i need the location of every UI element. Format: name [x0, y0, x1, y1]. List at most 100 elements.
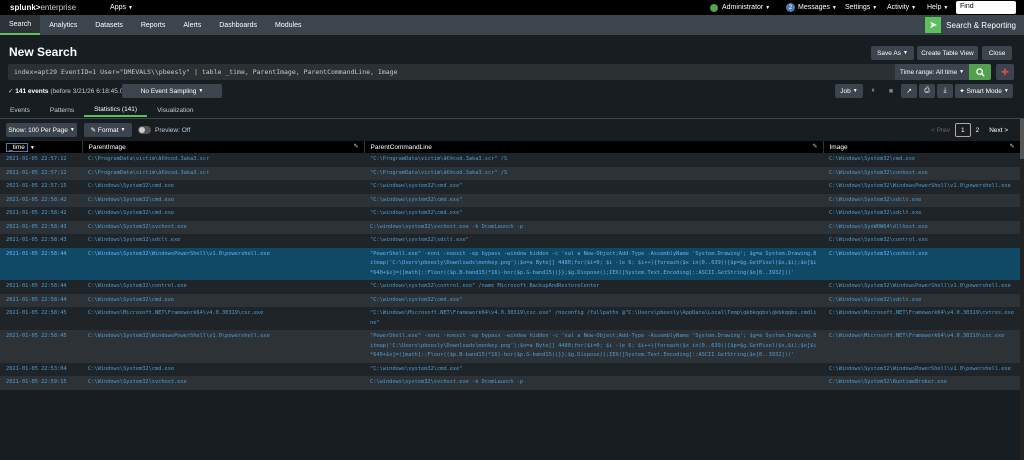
- create-table-view-button[interactable]: Create Table View: [917, 46, 978, 60]
- messages-menu[interactable]: 2 Messages ▼: [786, 0, 837, 15]
- app-title[interactable]: ➤ Search & Reporting: [925, 17, 1016, 33]
- nav-datasets[interactable]: Datasets: [86, 15, 132, 35]
- time-cell[interactable]: 2021-01-05 22:58:43: [0, 220, 82, 234]
- image-cell[interactable]: C:\Windows\System32\RuntimeBroker.exe: [823, 376, 1020, 390]
- parentimage-cell[interactable]: C:\Windows\System32\cmd.exe: [82, 193, 364, 207]
- search-query-input[interactable]: index=apt29 EventID=1 User="DMEVALS\\pbe…: [8, 64, 895, 80]
- help-menu[interactable]: Help ▼: [927, 0, 948, 15]
- parentimage-cell[interactable]: C:\Windows\System32\sdclt.exe: [82, 234, 364, 248]
- table-row[interactable]: 2021-01-05 22:59:15 C:\Windows\System32\s…: [0, 376, 1020, 390]
- splunk-logo[interactable]: splunk>enterprise: [10, 3, 76, 12]
- image-cell[interactable]: C:\Windows\System32\cmd.exe: [823, 153, 1020, 167]
- image-cell[interactable]: C:\Windows\Microsoft.NET\Framework64\v4.…: [823, 330, 1020, 363]
- table-row[interactable]: 2021-01-05 22:58:44 C:\Windows\System32\c…: [0, 293, 1020, 307]
- time-cell[interactable]: 2021-01-05 22:53:04: [0, 362, 82, 376]
- parentcommandline-cell[interactable]: "C:\ProgramData\victim\â€®cod.3aka3.scr"…: [364, 166, 823, 180]
- time-cell[interactable]: 2021-01-05 22:59:15: [0, 376, 82, 390]
- format-dropdown[interactable]: ✎ Format ▼: [84, 123, 132, 137]
- column-header-parentimage[interactable]: ParentImage ✎: [82, 141, 365, 153]
- nav-alerts[interactable]: Alerts: [174, 15, 210, 35]
- parentcommandline-cell[interactable]: "C:\windows\system32\cmd.exe": [364, 207, 823, 221]
- search-button[interactable]: [969, 64, 991, 80]
- parentimage-cell[interactable]: C:\ProgramData\victim\â€®cod.3aka3.scr: [82, 153, 364, 167]
- parentimage-cell[interactable]: C:\Windows\System32\cmd.exe: [82, 180, 364, 194]
- parentimage-cell[interactable]: C:\Windows\System32\cmd.exe: [82, 362, 364, 376]
- settings-menu[interactable]: Settings ▼: [845, 0, 877, 15]
- table-row[interactable]: 2021-01-05 22:58:42 C:\Windows\System32\c…: [0, 207, 1020, 221]
- print-icon[interactable]: ⎙: [919, 84, 935, 98]
- tab-patterns[interactable]: Patterns: [40, 104, 84, 117]
- event-sampling-dropdown[interactable]: No Event Sampling ▼: [122, 84, 222, 98]
- parentcommandline-cell[interactable]: C:\windows\system32\svchost.exe -k DcomL…: [364, 376, 823, 390]
- pin-icon[interactable]: ✚: [996, 64, 1014, 80]
- image-cell[interactable]: C:\Windows\System32\conhost.exe: [823, 247, 1020, 280]
- table-row[interactable]: 2021-01-05 22:58:45 C:\Windows\System32\W…: [0, 330, 1020, 363]
- table-row[interactable]: 2021-01-05 22:58:42 C:\Windows\System32\c…: [0, 193, 1020, 207]
- image-cell[interactable]: C:\Windows\System32\sdclt.exe: [823, 193, 1020, 207]
- table-row[interactable]: 2021-01-05 22:57:12 C:\ProgramData\victim…: [0, 166, 1020, 180]
- table-row[interactable]: 2021-01-05 22:57:12 C:\ProgramData\victim…: [0, 153, 1020, 167]
- parentcommandline-cell[interactable]: "C:\windows\system32\control.exe" /name …: [364, 280, 823, 294]
- find-input[interactable]: Find: [956, 1, 1016, 14]
- parentcommandline-cell[interactable]: "C:\windows\system32\sdclt.exe": [364, 234, 823, 248]
- parentimage-cell[interactable]: C:\Windows\System32\WindowsPowerShell\v1…: [82, 330, 364, 363]
- column-header-time[interactable]: _time ▼: [0, 141, 83, 153]
- nav-analytics[interactable]: Analytics: [40, 15, 86, 35]
- administrator-menu[interactable]: Administrator ▼: [710, 0, 770, 15]
- time-cell[interactable]: 2021-01-05 22:58:44: [0, 293, 82, 307]
- column-header-parentcommandline[interactable]: ParentCommandLine ✎: [364, 141, 824, 153]
- nav-modules[interactable]: Modules: [266, 15, 310, 35]
- search-mode-dropdown[interactable]: ✦ Smart Mode ▼: [955, 84, 1013, 98]
- parentcommandline-cell[interactable]: "C:\windows\system32\cmd.exe": [364, 193, 823, 207]
- stop-icon[interactable]: ■: [883, 84, 899, 98]
- time-cell[interactable]: 2021-01-05 22:58:42: [0, 193, 82, 207]
- parentcommandline-cell[interactable]: "C:\windows\system32\cmd.exe": [364, 180, 823, 194]
- parentimage-cell[interactable]: C:\Windows\System32\cmd.exe: [82, 207, 364, 221]
- image-cell[interactable]: C:\Windows\System32\WindowsPowerShell\v1…: [823, 280, 1020, 294]
- table-row[interactable]: 2021-01-05 22:58:45 C:\Windows\Microsoft.…: [0, 307, 1020, 330]
- table-row[interactable]: 2021-01-05 22:57:15 C:\Windows\System32\c…: [0, 180, 1020, 194]
- sort-icon[interactable]: ▼: [30, 145, 35, 151]
- time-range-picker[interactable]: Time range: All time ▼: [895, 64, 969, 80]
- parentimage-cell[interactable]: C:\ProgramData\victim\â€®cod.3aka3.scr: [82, 166, 364, 180]
- time-cell[interactable]: 2021-01-05 22:58:45: [0, 307, 82, 330]
- parentimage-cell[interactable]: C:\Windows\System32\svchost.exe: [82, 376, 364, 390]
- image-cell[interactable]: C:\Windows\System32\conhost.exe: [823, 166, 1020, 180]
- job-menu[interactable]: Job ▼: [835, 84, 863, 98]
- pause-icon[interactable]: ⏸: [865, 84, 881, 98]
- image-cell[interactable]: C:\Windows\System32\WindowsPowerShell\v1…: [823, 362, 1020, 376]
- table-row[interactable]: 2021-01-05 22:58:43 C:\Windows\System32\s…: [0, 234, 1020, 248]
- prev-page-link[interactable]: < Prev: [926, 123, 955, 137]
- image-cell[interactable]: C:\Windows\System32\sdclt.exe: [823, 207, 1020, 221]
- scrollbar-thumb[interactable]: [1020, 119, 1024, 159]
- parentcommandline-cell[interactable]: "C:\Windows\Microsoft.NET\Framework64\v4…: [364, 307, 823, 330]
- pencil-icon[interactable]: ✎: [1009, 143, 1014, 150]
- apps-menu[interactable]: Apps ▼: [110, 4, 133, 11]
- tab-statistics[interactable]: Statistics (141): [84, 104, 148, 117]
- time-cell[interactable]: 2021-01-05 22:58:44: [0, 280, 82, 294]
- image-cell[interactable]: C:\Windows\System32\control.exe: [823, 234, 1020, 248]
- time-cell[interactable]: 2021-01-05 22:58:43: [0, 234, 82, 248]
- page-1-link[interactable]: 1: [954, 123, 971, 137]
- parentcommandline-cell[interactable]: "PowerShell.exe" -noni -noexit -ep bypas…: [364, 330, 823, 363]
- image-cell[interactable]: C:\Windows\System32\sdclt.exe: [823, 293, 1020, 307]
- parentimage-cell[interactable]: C:\Windows\System32\WindowsPowerShell\v1…: [82, 247, 364, 280]
- nav-dashboards[interactable]: Dashboards: [210, 15, 266, 35]
- nav-reports[interactable]: Reports: [132, 15, 175, 35]
- toggle-switch[interactable]: [138, 126, 151, 134]
- table-row[interactable]: 2021-01-05 22:53:04 C:\Windows\System32\c…: [0, 362, 1020, 376]
- parentimage-cell[interactable]: C:\Windows\Microsoft.NET\Framework64\v4.…: [82, 307, 364, 330]
- image-cell[interactable]: C:\Windows\System32\WindowsPowerShell\v1…: [823, 180, 1020, 194]
- parentcommandline-cell[interactable]: "PowerShell.exe" -noni -noexit -ep bypas…: [364, 247, 823, 280]
- time-cell[interactable]: 2021-01-05 22:58:42: [0, 207, 82, 221]
- time-cell[interactable]: 2021-01-05 22:58:44: [0, 247, 82, 280]
- activity-menu[interactable]: Activity ▼: [887, 0, 916, 15]
- scrollbar[interactable]: [1020, 119, 1024, 460]
- time-cell[interactable]: 2021-01-05 22:57:15: [0, 180, 82, 194]
- close-button[interactable]: Close: [982, 46, 1012, 60]
- image-cell[interactable]: C:\Windows\SysWOW64\dllhost.exe: [823, 220, 1020, 234]
- parentimage-cell[interactable]: C:\Windows\System32\control.exe: [82, 280, 364, 294]
- share-icon[interactable]: ↗: [901, 84, 917, 98]
- save-as-button[interactable]: Save As ▼: [871, 46, 914, 60]
- time-cell[interactable]: 2021-01-05 22:57:12: [0, 166, 82, 180]
